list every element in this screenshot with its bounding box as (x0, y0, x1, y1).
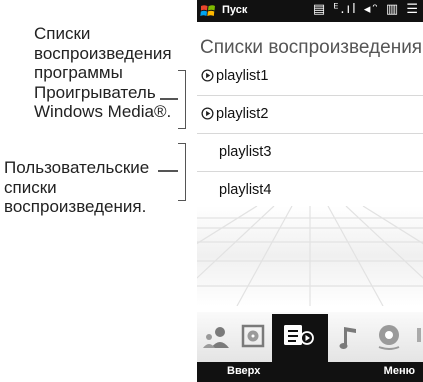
callout-line: воспроизведения (34, 43, 172, 63)
playlist-name: playlist3 (219, 144, 272, 160)
callout-line: Проигрыватель (34, 82, 156, 102)
softkey-menu-button[interactable]: Меню (384, 365, 415, 377)
windows-logo-icon[interactable] (200, 3, 216, 19)
perspective-floor-background (197, 206, 423, 306)
softkey-up-button[interactable]: Вверх (227, 365, 260, 377)
list-item-playlist3[interactable]: playlist3 (197, 134, 423, 172)
playlist-name: playlist1 (216, 68, 269, 84)
page-title: Списки воспроизведения (200, 37, 423, 58)
callout-line: воспроизведения. (4, 197, 147, 216)
callout-line: списки (4, 177, 57, 197)
callout-line: Пользовательские (4, 158, 150, 177)
callout-line: Списки (34, 24, 91, 43)
callout-line: программы (34, 63, 123, 82)
list-item-playlist2[interactable]: playlist2 (197, 96, 423, 134)
callout-line: Windows Media®. (34, 102, 172, 121)
status-icons[interactable]: ▤ ᴱ.ıl ◂ᵔ ▥ ☰ (313, 2, 420, 17)
tab-overflow-indicator (417, 328, 421, 342)
playlist-name: playlist2 (216, 106, 269, 122)
library-tab-bar (197, 312, 423, 362)
albums-tab-icon[interactable] (237, 320, 267, 352)
softkey-bar: Вверх Меню (197, 362, 423, 382)
callout-leader-user (158, 170, 178, 172)
music-tab-icon[interactable] (334, 320, 364, 352)
wmp-playlist-icon (201, 69, 214, 82)
status-bar: Пуск ▤ ᴱ.ıl ◂ᵔ ▥ ☰ (197, 0, 423, 22)
list-item-playlist1[interactable]: playlist1 (197, 58, 423, 96)
start-label[interactable]: Пуск (222, 4, 247, 16)
now-playing-tab-icon[interactable] (373, 320, 405, 352)
wmp-playlist-icon (201, 107, 214, 120)
callout-bracket-wmp (178, 70, 186, 129)
playlist-name: playlist4 (219, 182, 272, 198)
phone-screen: Пуск ▤ ᴱ.ıl ◂ᵔ ▥ ☰ Списки воспроизведени… (197, 0, 423, 382)
callout-wmp-playlists: Списки воспроизведения программы Проигры… (34, 24, 172, 122)
callout-user-playlists: Пользовательские списки воспроизведения. (4, 158, 149, 217)
callout-leader-wmp (160, 98, 178, 100)
artists-tab-icon[interactable] (201, 320, 231, 352)
playlists-tab-icon[interactable] (280, 320, 320, 352)
list-item-playlist4[interactable]: playlist4 (197, 172, 423, 210)
callout-bracket-user (178, 143, 186, 201)
